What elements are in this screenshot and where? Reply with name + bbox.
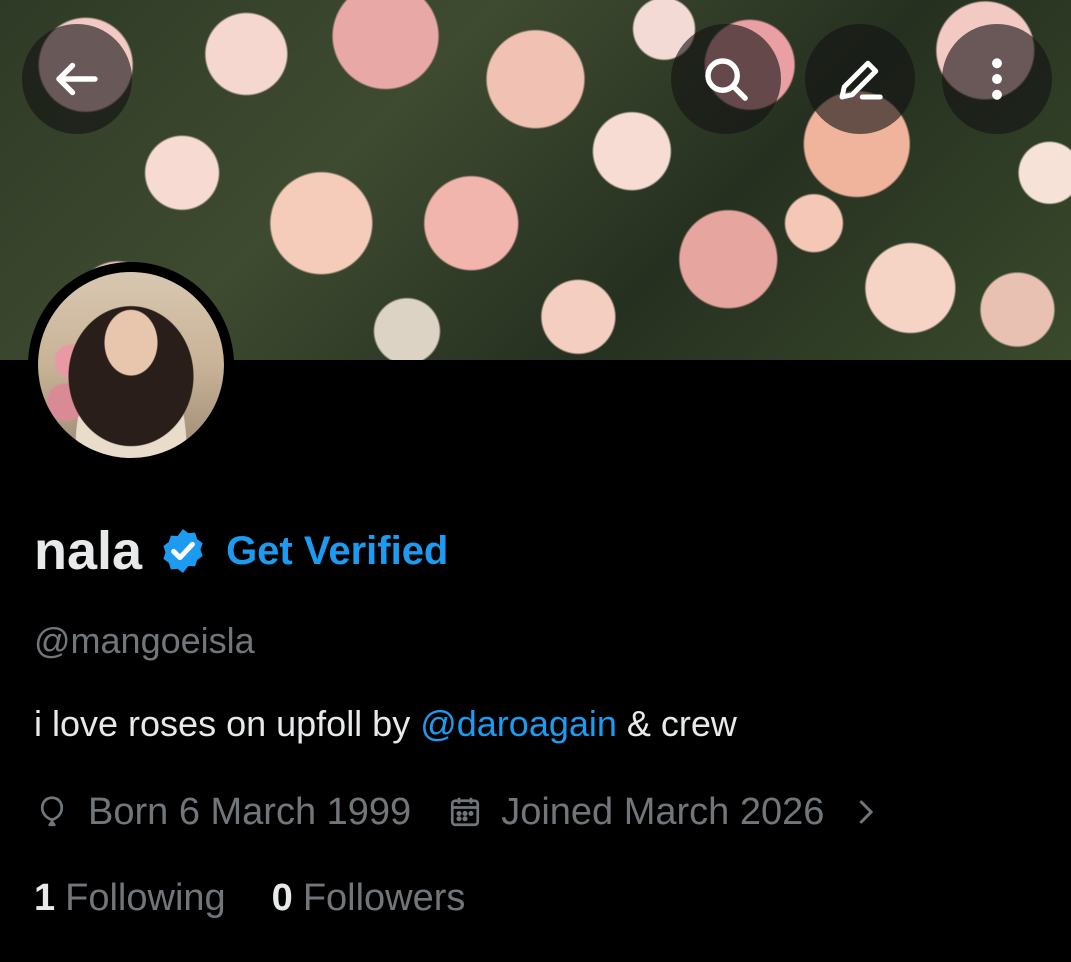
bio-mention-link[interactable]: @daroagain — [420, 703, 617, 744]
more-vertical-icon — [992, 58, 1002, 100]
following-link[interactable]: 1 Following — [34, 877, 226, 920]
birthday-text: Born 6 March 1999 — [88, 790, 412, 833]
followers-label: Followers — [302, 876, 466, 919]
following-label: Following — [65, 876, 226, 919]
bio-text: i love roses on upfoll by — [34, 703, 421, 744]
follow-stats: 1 Following 0 Followers — [34, 874, 465, 922]
search-button[interactable] — [671, 24, 781, 134]
get-verified-link[interactable]: Get Verified — [226, 529, 448, 574]
more-options-button[interactable] — [942, 24, 1052, 134]
profile-bio: i love roses on upfoll by @daroagain & c… — [34, 703, 737, 745]
chevron-right-icon[interactable] — [850, 797, 880, 827]
avatar-frame[interactable] — [28, 262, 234, 468]
followers-count: 0 — [271, 876, 293, 919]
edit-profile-button[interactable] — [805, 24, 915, 134]
profile-meta: Born 6 March 1999 Joined March 2026 — [34, 788, 880, 836]
bio-text-end: & crew — [616, 703, 737, 744]
balloon-icon — [40, 796, 64, 827]
back-button[interactable] — [22, 24, 132, 134]
pencil-icon — [839, 60, 883, 100]
joined-text: Joined March 2026 — [501, 790, 825, 833]
profile-handle: @mangoeisla — [34, 620, 255, 661]
display-name: nala — [34, 521, 143, 581]
profile-name-row: nala Get Verified — [34, 518, 448, 584]
calendar-icon — [451, 797, 480, 827]
avatar[interactable] — [38, 272, 224, 458]
followers-link[interactable]: 0 Followers — [272, 877, 466, 920]
following-count: 1 — [34, 876, 56, 919]
search-icon — [705, 58, 748, 101]
verified-badge-icon[interactable] — [158, 526, 208, 576]
arrow-left-icon — [56, 62, 98, 96]
